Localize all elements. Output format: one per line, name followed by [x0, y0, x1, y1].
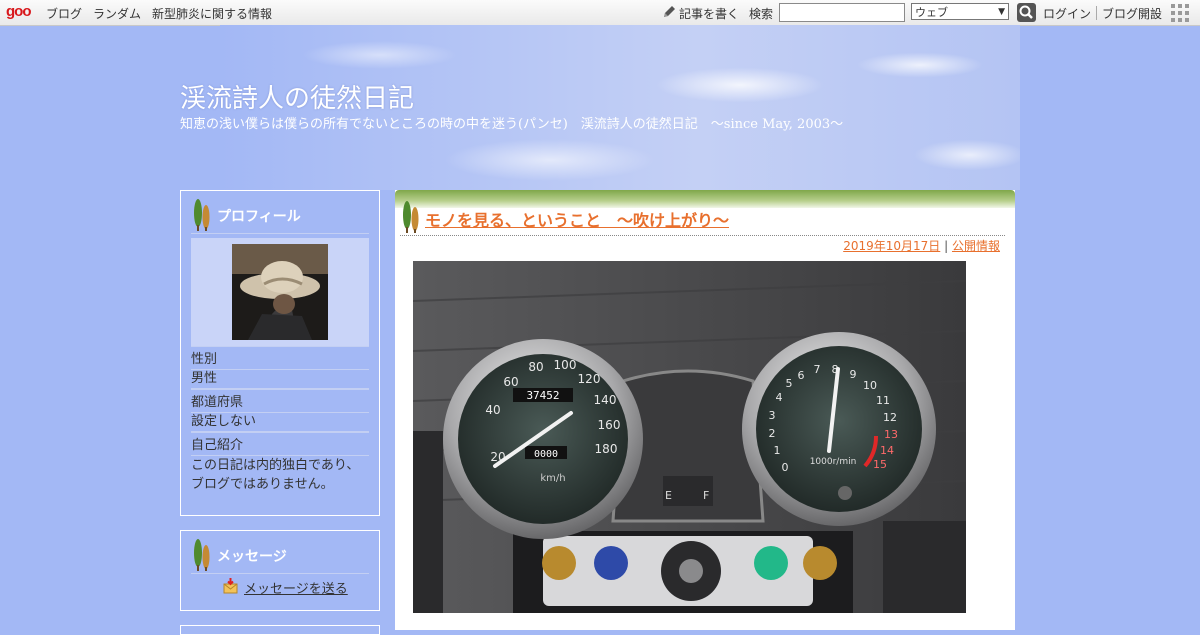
message-box-header: メッセージ	[191, 531, 369, 574]
svg-text:180: 180	[595, 442, 618, 456]
message-heading: メッセージ	[217, 549, 287, 565]
svg-text:160: 160	[598, 418, 621, 432]
search-scope-value: ウェブ	[915, 6, 948, 19]
svg-text:4: 4	[776, 391, 783, 404]
motorcycle-gauges-image: E F 20 40 60 80 100 120 140 160 180 3745…	[413, 261, 966, 613]
svg-text:10: 10	[863, 379, 877, 392]
nav-random[interactable]: ランダム	[93, 5, 141, 22]
mail-icon	[223, 578, 238, 594]
apps-grid-icon[interactable]	[1171, 4, 1189, 22]
svg-text:0000: 0000	[534, 449, 558, 460]
dropdown-arrow-icon: ▼	[998, 7, 1005, 17]
svg-text:F: F	[703, 489, 709, 502]
profile-heading: プロフィール	[217, 209, 301, 225]
svg-text:120: 120	[578, 372, 601, 386]
main-article: モノを見る、ということ 〜吹け上がり〜 2019年10月17日 | 公開情報 E…	[395, 190, 1015, 630]
pencil-icon[interactable]	[661, 4, 677, 20]
nav-blog[interactable]: ブログ	[46, 5, 82, 22]
intro-label: 自己紹介	[191, 437, 369, 456]
post-photo[interactable]: E F 20 40 60 80 100 120 140 160 180 3745…	[413, 261, 966, 613]
svg-text:9: 9	[850, 368, 857, 381]
search-icon	[1019, 5, 1033, 19]
post-category-link[interactable]: 公開情報	[952, 239, 1000, 253]
svg-text:140: 140	[594, 393, 617, 407]
svg-text:60: 60	[503, 375, 518, 389]
write-post-link[interactable]: 記事を書く	[679, 5, 739, 22]
svg-text:14: 14	[880, 444, 894, 457]
svg-text:1: 1	[774, 444, 781, 457]
top-toolbar: goo ブログ ランダム 新型肺炎に関する情報 記事を書く 検索 ウェブ ▼ ロ…	[0, 0, 1200, 26]
intro-text: この日記は内的独白であり、ブログではありません。	[191, 458, 360, 492]
post-meta: 2019年10月17日 | 公開情報	[843, 237, 1000, 254]
gender-label: 性別	[191, 351, 369, 370]
avatar-frame	[191, 238, 369, 346]
toolbar-divider	[1096, 6, 1097, 20]
profile-box: プロフィール 性別 男性 都道府県 設定しない 自己紹介 この日記は内的独白であ…	[180, 190, 380, 516]
blog-description: 知恵の浅い僕らは僕らの所有でないところの時の中を迷う(パンセ) 渓流詩人の徒然日…	[180, 117, 844, 132]
prefecture-label: 都道府県	[191, 394, 369, 413]
svg-text:6: 6	[798, 369, 805, 382]
svg-text:1000r/min: 1000r/min	[810, 457, 857, 467]
gender-value: 男性	[191, 370, 369, 389]
search-button[interactable]	[1017, 3, 1036, 22]
svg-text:13: 13	[884, 428, 898, 441]
svg-text:5: 5	[786, 377, 793, 390]
goo-logo[interactable]: goo	[6, 3, 31, 20]
login-link[interactable]: ログイン	[1043, 5, 1091, 22]
nav-covid-info[interactable]: 新型肺炎に関する情報	[152, 5, 272, 22]
svg-text:0: 0	[782, 461, 789, 474]
search-input[interactable]	[779, 3, 905, 22]
search-label: 検索	[749, 7, 774, 21]
next-sidebar-box	[180, 625, 380, 635]
search-scope-select[interactable]: ウェブ ▼	[911, 3, 1009, 20]
svg-text:15: 15	[873, 458, 887, 471]
svg-text:80: 80	[528, 360, 543, 374]
cypress-trees-icon	[194, 539, 210, 571]
svg-text:7: 7	[814, 363, 821, 376]
svg-text:3: 3	[769, 409, 776, 422]
svg-text:E: E	[665, 489, 672, 502]
cypress-trees-icon	[194, 199, 210, 231]
svg-text:12: 12	[883, 411, 897, 424]
profile-box-header: プロフィール	[191, 191, 369, 234]
post-date-link[interactable]: 2019年10月17日	[843, 239, 940, 253]
prefecture-value: 設定しない	[191, 413, 369, 432]
cypress-trees-icon	[403, 201, 419, 233]
svg-text:40: 40	[485, 403, 500, 417]
svg-text:11: 11	[876, 394, 890, 407]
svg-text:37452: 37452	[526, 389, 559, 402]
svg-text:100: 100	[554, 358, 577, 372]
post-title[interactable]: モノを見る、ということ 〜吹け上がり〜	[425, 207, 729, 231]
avatar[interactable]	[232, 244, 328, 340]
meta-separator: |	[944, 239, 949, 253]
title-divider	[400, 235, 1005, 236]
send-message-link[interactable]: メッセージを送る	[244, 578, 348, 597]
message-box: メッセージ メッセージを送る	[180, 530, 380, 611]
svg-text:km/h: km/h	[540, 473, 565, 484]
blog-header: 渓流詩人の徒然日記 知恵の浅い僕らは僕らの所有でないところの時の中を迷う(パンセ…	[180, 25, 1020, 190]
article-header-band	[395, 190, 1015, 208]
svg-text:2: 2	[769, 427, 776, 440]
blog-title[interactable]: 渓流詩人の徒然日記	[180, 78, 414, 115]
open-blog-link[interactable]: ブログ開設	[1102, 5, 1162, 22]
